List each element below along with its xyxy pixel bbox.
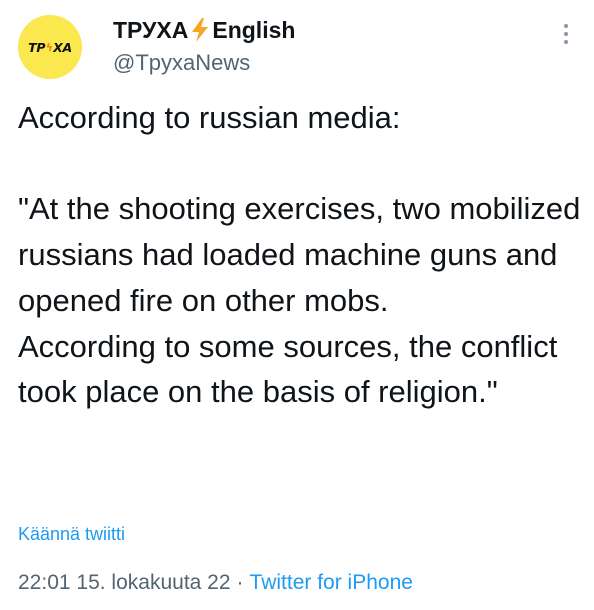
avatar[interactable]: ТР ϟ ХА <box>18 15 82 79</box>
tweet-date[interactable]: 15. lokakuuta 22 <box>76 571 230 594</box>
more-dot <box>564 40 568 44</box>
meta-separator: · <box>236 571 244 594</box>
more-vertical-icon[interactable] <box>560 22 572 46</box>
translate-tweet-link[interactable]: Käännä twiitti <box>18 521 125 547</box>
avatar-bolt-icon: ϟ <box>45 40 53 54</box>
author-handle[interactable]: @TpyxaNews <box>113 49 295 77</box>
lightning-bolt-icon <box>192 18 209 42</box>
tweet-header: ТР ϟ ХА ТРУХА English @TpyxaNews <box>0 0 594 92</box>
more-dot <box>564 32 568 36</box>
tweet-source-link[interactable]: Twitter for iPhone <box>250 571 413 594</box>
more-dot <box>564 24 568 28</box>
display-name-prefix: ТРУХА <box>113 17 189 43</box>
avatar-logo-right: ХА <box>53 39 72 55</box>
tweet-meta: 22:01 15. lokakuuta 22 · Twitter for iPhon… <box>18 568 413 598</box>
tweet-text: According to russian media: "At the shoo… <box>18 100 581 410</box>
tweet: ТР ϟ ХА ТРУХА English @TpyxaNews According… <box>0 0 594 610</box>
author-names: ТРУХА English @TpyxaNews <box>113 15 295 77</box>
display-name[interactable]: ТРУХА English <box>113 15 295 45</box>
avatar-logo-left: ТР <box>28 39 46 55</box>
avatar-logo: ТР ϟ ХА <box>28 40 72 55</box>
tweet-time[interactable]: 22:01 <box>18 571 71 594</box>
display-name-suffix: English <box>212 17 296 43</box>
